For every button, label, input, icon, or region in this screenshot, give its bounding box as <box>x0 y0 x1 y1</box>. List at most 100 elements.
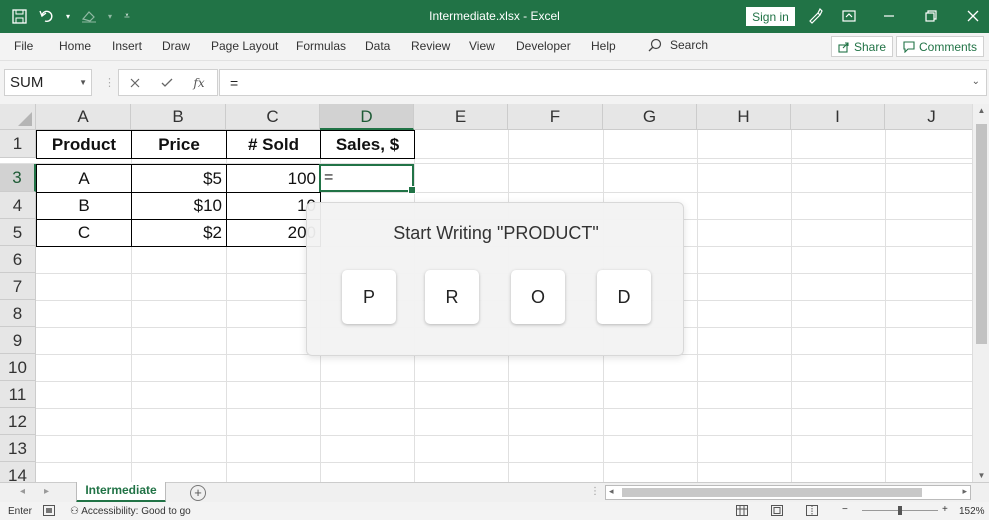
page-break-view-icon[interactable] <box>806 505 818 519</box>
prev-sheet-icon[interactable]: ◂ <box>20 486 25 497</box>
sign-in-button[interactable]: Sign in <box>746 7 795 26</box>
minimize-icon[interactable] <box>868 5 910 27</box>
zoom-level[interactable]: 152% <box>959 506 985 517</box>
name-box[interactable]: SUM ▼ <box>4 69 92 96</box>
row-header-13[interactable]: 13 <box>0 435 36 462</box>
row-header-12[interactable]: 12 <box>0 408 36 435</box>
share-icon <box>838 41 849 53</box>
enter-check-icon[interactable] <box>151 73 183 93</box>
column-header-c[interactable]: C <box>226 104 320 130</box>
accessibility-status[interactable]: ⚇ Accessibility: Good to go <box>70 506 191 517</box>
row-header-8[interactable]: 8 <box>0 300 36 327</box>
column-header-h[interactable]: H <box>697 104 791 130</box>
tab-file[interactable]: File <box>14 39 33 53</box>
cancel-icon[interactable] <box>119 73 151 93</box>
insert-function-icon[interactable]: fx <box>183 73 215 93</box>
cell-b1[interactable]: Price <box>131 130 227 159</box>
pen-icon[interactable] <box>800 5 830 27</box>
row-header-14[interactable]: 14 <box>0 462 36 482</box>
zoom-in-icon[interactable]: + <box>942 504 948 515</box>
row-header-3[interactable]: 3 <box>0 164 36 192</box>
row-header-7[interactable]: 7 <box>0 273 36 300</box>
chevron-down-icon[interactable]: ▼ <box>79 78 87 87</box>
zoom-slider[interactable] <box>862 506 938 515</box>
tab-home[interactable]: Home <box>59 39 91 53</box>
row-header-10[interactable]: 10 <box>0 354 36 381</box>
comments-button[interactable]: Comments <box>896 36 985 57</box>
vertical-scrollbar[interactable]: ▲ ▼ <box>972 104 989 482</box>
gridline <box>697 130 698 482</box>
tab-review[interactable]: Review <box>411 39 450 53</box>
cell-b4[interactable]: $10 <box>131 192 227 220</box>
name-box-value: SUM <box>10 74 44 91</box>
cell-a4[interactable]: B <box>36 192 132 220</box>
search-box[interactable]: Search <box>648 38 708 52</box>
tab-page-layout[interactable]: Page Layout <box>211 39 278 53</box>
active-cell-d3[interactable]: = <box>319 164 416 194</box>
formula-buttons: fx <box>118 69 218 96</box>
tab-developer[interactable]: Developer <box>516 39 571 53</box>
tab-draw[interactable]: Draw <box>162 39 190 53</box>
horizontal-scroll-thumb[interactable] <box>622 488 922 497</box>
row-header-4[interactable]: 4 <box>0 192 36 219</box>
cell-c1[interactable]: # Sold <box>226 130 321 159</box>
column-header-b[interactable]: B <box>131 104 226 130</box>
tab-data[interactable]: Data <box>365 39 390 53</box>
row-header-1[interactable]: 1 <box>0 130 36 158</box>
overlay-title: Start Writing "PRODUCT" <box>393 223 599 243</box>
cell-a1[interactable]: Product <box>36 130 132 159</box>
expand-formula-icon[interactable]: ⌄ <box>972 76 980 87</box>
column-header-g[interactable]: G <box>603 104 697 130</box>
ribbon-display-icon[interactable] <box>830 5 868 27</box>
key-o: O <box>511 270 565 324</box>
share-button[interactable]: Share <box>831 36 894 57</box>
zoom-slider-knob[interactable] <box>898 506 902 515</box>
formula-value: = <box>230 75 239 91</box>
cell-a5[interactable]: C <box>36 219 132 247</box>
gridline <box>36 408 972 409</box>
scroll-down-icon[interactable]: ▼ <box>973 471 989 480</box>
macro-record-icon[interactable] <box>43 505 55 519</box>
cell-d1[interactable]: Sales, $ <box>320 130 415 159</box>
sheet-tab-intermediate[interactable]: Intermediate <box>76 482 166 503</box>
tab-split-handle-icon[interactable]: ⋮ <box>590 486 600 497</box>
add-sheet-button[interactable]: + <box>190 485 206 501</box>
zoom-out-icon[interactable]: − <box>842 504 848 515</box>
next-sheet-icon[interactable]: ▸ <box>44 486 49 497</box>
cell-c3[interactable]: 100 <box>226 164 321 193</box>
row-header-11[interactable]: 11 <box>0 381 36 408</box>
column-header-i[interactable]: I <box>791 104 885 130</box>
column-header-d[interactable]: D <box>320 104 414 130</box>
gridline <box>36 381 972 382</box>
scroll-left-icon[interactable]: ◂ <box>609 486 614 497</box>
vertical-scroll-thumb[interactable] <box>976 124 987 344</box>
scroll-right-icon[interactable]: ▸ <box>962 486 967 497</box>
column-header-a[interactable]: A <box>36 104 131 130</box>
cell-b3[interactable]: $5 <box>131 164 227 193</box>
tab-view[interactable]: View <box>469 39 495 53</box>
close-icon[interactable] <box>952 5 989 27</box>
share-label: Share <box>854 39 887 54</box>
status-mode: Enter <box>8 506 32 517</box>
key-d: D <box>597 270 651 324</box>
column-header-f[interactable]: F <box>508 104 603 130</box>
column-header-e[interactable]: E <box>414 104 508 130</box>
cell-a3[interactable]: A <box>36 164 132 193</box>
gridline <box>791 130 792 482</box>
tab-formulas[interactable]: Formulas <box>296 39 346 53</box>
cell-b5[interactable]: $2 <box>131 219 227 247</box>
row-header-5[interactable]: 5 <box>0 219 36 246</box>
row-header-6[interactable]: 6 <box>0 246 36 273</box>
formula-input[interactable]: = ⌄ <box>219 69 987 96</box>
drag-handle-icon[interactable]: ⋮ <box>104 76 115 89</box>
column-header-j[interactable]: J <box>885 104 972 130</box>
scroll-up-icon[interactable]: ▲ <box>973 106 989 115</box>
page-layout-view-icon[interactable] <box>771 505 783 519</box>
tab-insert[interactable]: Insert <box>112 39 142 53</box>
horizontal-scrollbar[interactable]: ◂ ▸ <box>605 485 971 500</box>
select-all-button[interactable] <box>0 104 36 130</box>
restore-icon[interactable] <box>910 5 952 27</box>
row-header-9[interactable]: 9 <box>0 327 36 354</box>
normal-view-icon[interactable] <box>736 505 748 519</box>
tab-help[interactable]: Help <box>591 39 616 53</box>
